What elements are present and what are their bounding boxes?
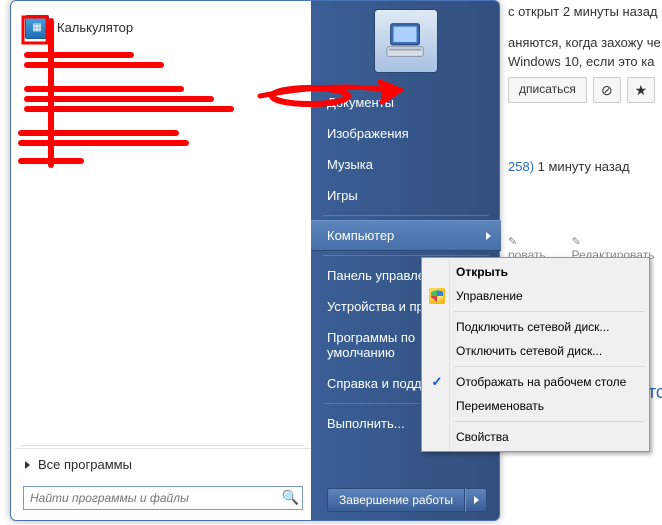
ctx-item-open[interactable]: Открыть bbox=[424, 260, 647, 284]
ctx-item-show-on-desktop[interactable]: ✓ Отображать на рабочем столе bbox=[424, 370, 647, 394]
calculator-icon: ▦ bbox=[25, 15, 49, 39]
ctx-label: Управление bbox=[456, 289, 523, 303]
chevron-right-icon bbox=[25, 461, 30, 469]
ctx-item-properties[interactable]: Свойства bbox=[424, 425, 647, 449]
shutdown-split-button: Завершение работы bbox=[327, 488, 487, 512]
sidebar-item-computer[interactable]: Компьютер bbox=[311, 220, 501, 251]
separator bbox=[323, 255, 489, 256]
all-programs-item[interactable]: Все программы bbox=[15, 448, 311, 480]
separator bbox=[21, 445, 305, 446]
computer-icon bbox=[383, 18, 429, 64]
search-icon: 🔍 bbox=[282, 489, 299, 506]
ctx-item-rename[interactable]: Переименовать bbox=[424, 394, 647, 418]
separator bbox=[454, 311, 645, 312]
chevron-right-icon bbox=[474, 496, 479, 504]
user-rep-link[interactable]: 258) bbox=[508, 159, 534, 174]
program-label: Калькулятор bbox=[57, 20, 133, 35]
block-icon[interactable]: ⊘ bbox=[593, 77, 621, 103]
star-icon[interactable]: ★ bbox=[627, 77, 655, 103]
sidebar-item-music[interactable]: Музыка bbox=[311, 149, 501, 180]
program-item-calculator[interactable]: ▦ Калькулятор bbox=[19, 11, 307, 43]
separator bbox=[454, 421, 645, 422]
sidebar-item-games[interactable]: Игры bbox=[311, 180, 501, 211]
separator bbox=[454, 366, 645, 367]
start-menu-search: 🔍 bbox=[15, 480, 311, 518]
redaction-red-scribble bbox=[15, 15, 311, 215]
shutdown-options-arrow[interactable] bbox=[465, 488, 487, 512]
subscribe-button[interactable]: дписаться bbox=[508, 77, 587, 103]
separator bbox=[323, 215, 489, 216]
ctx-item-disconnect-drive[interactable]: Отключить сетевой диск... bbox=[424, 339, 647, 363]
computer-context-menu: Открыть Управление Подключить сетевой ди… bbox=[421, 257, 650, 452]
bg-text: с открыт 2 минуты назад bbox=[508, 4, 662, 19]
start-menu-left-pane: ▦ Калькулятор bbox=[15, 5, 311, 518]
ctx-item-manage[interactable]: Управление bbox=[424, 284, 647, 308]
user-picture-frame[interactable] bbox=[374, 9, 438, 73]
start-menu-programs-list: ▦ Калькулятор bbox=[15, 5, 311, 443]
sidebar-item-pictures[interactable]: Изображения bbox=[311, 118, 501, 149]
sidebar-item-documents[interactable]: Документы bbox=[311, 87, 501, 118]
answer-time: 1 минуту назад bbox=[538, 159, 630, 174]
search-input[interactable] bbox=[23, 486, 303, 510]
all-programs-label: Все программы bbox=[38, 457, 132, 472]
ctx-label: Отображать на рабочем столе bbox=[456, 375, 626, 389]
shield-icon bbox=[429, 288, 445, 304]
checkmark-icon: ✓ bbox=[429, 374, 445, 390]
ctx-item-map-drive[interactable]: Подключить сетевой диск... bbox=[424, 315, 647, 339]
bg-text: аняются, когда захожу че bbox=[508, 35, 662, 50]
bg-text: Windows 10, если это ка bbox=[508, 54, 662, 69]
shutdown-button[interactable]: Завершение работы bbox=[327, 488, 465, 512]
